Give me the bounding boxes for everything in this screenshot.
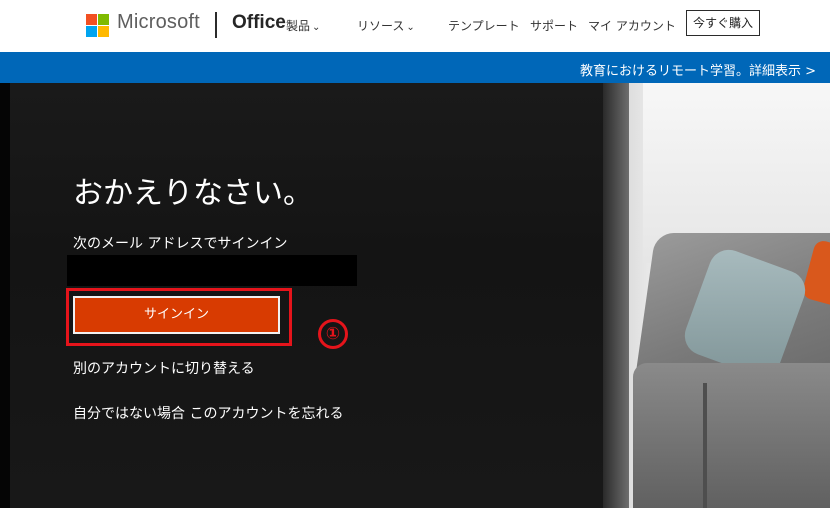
nav-templates[interactable]: テンプレート — [448, 17, 520, 34]
office-product-link[interactable]: Office — [232, 12, 286, 34]
photo-seat-seam — [703, 383, 707, 508]
photo-wall-strip — [603, 83, 629, 508]
banner-details-link[interactable]: 教育におけるリモート学習。詳細表示 > — [580, 60, 816, 79]
chevron-down-icon: ⌄ — [312, 22, 321, 33]
signin-with-label: 次のメール アドレスでサインイン — [73, 236, 288, 252]
nav-products-label: 製品 — [286, 19, 311, 33]
microsoft-logo-icon[interactable] — [86, 14, 109, 37]
step-number-marker: ① — [318, 319, 348, 349]
nav-support[interactable]: サポート — [530, 17, 578, 34]
signin-hero: おかえりなさい。 次のメール アドレスでサインイン サインイン ① 別のアカウン… — [0, 83, 830, 508]
forget-account-link[interactable]: 自分ではない場合 このアカウントを忘れる — [73, 403, 343, 423]
welcome-heading: おかえりなさい。 — [73, 176, 313, 211]
chevron-down-icon: ⌄ — [406, 22, 415, 33]
nav-resources[interactable]: リソース ⌄ — [357, 17, 415, 34]
hero-edge — [0, 83, 10, 508]
nav-resources-label: リソース — [357, 19, 405, 33]
microsoft-brand-text[interactable]: Microsoft — [117, 11, 200, 34]
redacted-email — [67, 255, 357, 286]
photo-sofa-seat — [633, 363, 830, 508]
nav-products[interactable]: 製品 ⌄ — [286, 17, 320, 34]
sofa-photo — [603, 83, 830, 508]
nav-my-account[interactable]: マイ アカウント — [588, 17, 676, 34]
top-header: Microsoft Office 製品 ⌄ リソース ⌄ テンプレート サポート マ… — [0, 0, 830, 52]
buy-now-button[interactable]: 今すぐ購入 — [686, 10, 760, 36]
signin-button[interactable]: サインイン — [73, 296, 280, 334]
switch-account-link[interactable]: 別のアカウントに切り替える — [73, 358, 255, 378]
promo-banner: 教育におけるリモート学習。詳細表示 > — [0, 52, 830, 83]
header-divider — [215, 12, 217, 38]
